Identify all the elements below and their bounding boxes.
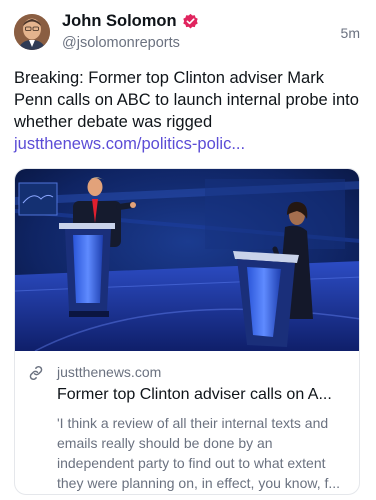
link-preview-meta: justthenews.com Former top Clinton advis… <box>15 351 359 494</box>
link-icon <box>29 365 43 381</box>
author-name[interactable]: John Solomon <box>62 12 177 31</box>
post-timestamp[interactable]: 5m <box>341 25 360 41</box>
link-description: 'I think a review of all their internal … <box>57 415 341 491</box>
avatar[interactable] <box>14 14 50 50</box>
link-preview-card[interactable]: justthenews.com Former top Clinton advis… <box>14 168 360 495</box>
author-handle[interactable]: @jsolomonreports <box>62 35 180 51</box>
author-row[interactable]: John Solomon <box>62 12 199 31</box>
post-link[interactable]: justthenews.com/politics-polic... <box>14 135 245 153</box>
post-text-content: Breaking: Former top Clinton adviser Mar… <box>14 69 359 131</box>
verified-badge-icon <box>182 13 198 29</box>
link-title[interactable]: Former top Clinton adviser calls on A... <box>57 386 347 404</box>
debate-stage-photo <box>15 169 359 351</box>
avatar-photo <box>14 14 50 50</box>
link-domain[interactable]: justthenews.com <box>57 364 161 380</box>
post-text: Breaking: Former top Clinton adviser Mar… <box>14 67 366 155</box>
